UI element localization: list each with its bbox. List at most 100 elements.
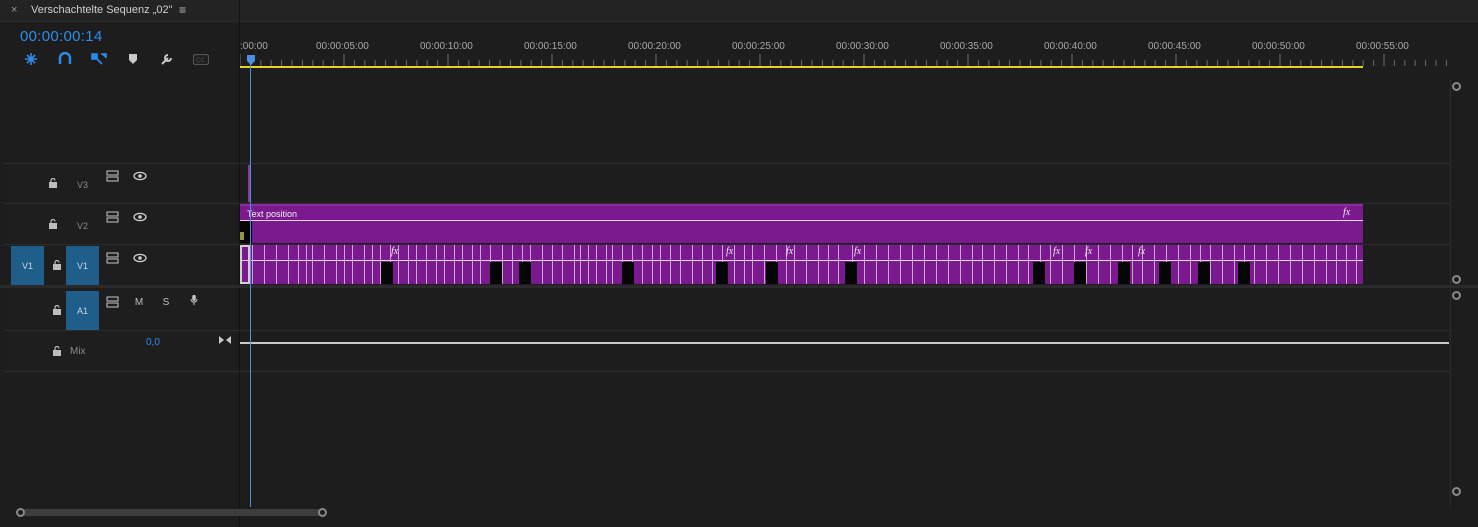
- scroll-v-audio-top-handle[interactable]: [1452, 291, 1461, 300]
- clip-gap-block[interactable]: [1118, 262, 1130, 284]
- clip-gap-block[interactable]: [1238, 262, 1250, 284]
- clip-gap-block[interactable]: [1159, 262, 1171, 284]
- snap-icon[interactable]: [55, 50, 75, 68]
- video-audio-divider[interactable]: [0, 285, 1478, 288]
- ruler-label: 00:00:10:00: [420, 41, 473, 52]
- mix-pan-icon[interactable]: [218, 334, 232, 346]
- clip-cut-line: [1190, 245, 1191, 284]
- track-target-v1[interactable]: V1: [66, 246, 99, 285]
- playhead-timecode[interactable]: 00:00:00:14: [20, 28, 103, 45]
- clip-gap-block[interactable]: [1033, 262, 1045, 284]
- fx-badge[interactable]: fx: [786, 246, 793, 257]
- clip-cut-line: [306, 245, 307, 284]
- scroll-v-bottom-handle[interactable]: [1452, 487, 1461, 496]
- clip-gap-block[interactable]: [1198, 262, 1210, 284]
- clip-cut-line: [472, 245, 473, 284]
- fx-badge[interactable]: fx: [1343, 207, 1350, 218]
- scroll-v-top-handle[interactable]: [1452, 82, 1461, 91]
- track-name-v3[interactable]: V3: [77, 180, 88, 190]
- hscroll-right-handle[interactable]: [318, 508, 327, 517]
- playhead-line[interactable]: [250, 64, 251, 507]
- sync-lock-a1-icon[interactable]: [106, 296, 120, 308]
- clip-cut-line: [1098, 245, 1099, 284]
- wrench-icon[interactable]: [157, 50, 177, 68]
- clip-gap-block[interactable]: [519, 262, 531, 284]
- mix-volume-line[interactable]: [240, 342, 1449, 344]
- clip-cut-line: [1050, 245, 1051, 284]
- lock-v3-icon[interactable]: [48, 178, 58, 188]
- track-target-a1[interactable]: A1: [66, 291, 99, 330]
- horizontal-zoom-scrollbar[interactable]: [16, 506, 1462, 518]
- clip-cut-line: [900, 245, 901, 284]
- playhead-handle-icon[interactable]: [247, 55, 255, 65]
- clip-cut-line: [876, 245, 877, 284]
- microphone-a1-icon[interactable]: [187, 294, 201, 306]
- v1-selected-clip[interactable]: [240, 245, 250, 284]
- clip-cut-line: [562, 245, 563, 284]
- clip-cut-line: [838, 245, 839, 284]
- clip-cut-line: [1346, 245, 1347, 284]
- time-ruler[interactable]: :00:00 00:00:05:00 00:00:10:00 00:00:15:00 0…: [240, 38, 1450, 68]
- clip-cut-line: [1178, 245, 1179, 284]
- eye-v3-icon[interactable]: [133, 170, 147, 182]
- fx-badge[interactable]: fx: [391, 246, 398, 257]
- clip-cut-line: [702, 245, 703, 284]
- linked-selection-icon[interactable]: [89, 50, 109, 68]
- clip-gap-block[interactable]: [490, 262, 502, 284]
- marker-icon[interactable]: [123, 50, 143, 68]
- v1-clip-lane[interactable]: fx fx fx fx fx fx fx: [240, 245, 1363, 284]
- work-area-bar[interactable]: [240, 66, 1363, 68]
- scroll-v-track: [1450, 80, 1451, 506]
- lock-mix-icon[interactable]: [52, 346, 62, 356]
- ruler-label: 00:00:45:00: [1148, 41, 1201, 52]
- hscroll-left-handle[interactable]: [16, 508, 25, 517]
- lock-v1-icon[interactable]: [52, 260, 62, 270]
- source-patch-v1[interactable]: V1: [11, 246, 44, 285]
- lock-a1-icon[interactable]: [52, 305, 62, 315]
- mix-volume-value[interactable]: 0,0: [146, 337, 160, 348]
- track-name-mix: Mix: [70, 346, 86, 357]
- track-row-a1: [4, 288, 1450, 331]
- scroll-v-video-end-handle[interactable]: [1452, 275, 1461, 284]
- clip-gap-block[interactable]: [622, 262, 634, 284]
- nest-icon[interactable]: [21, 50, 41, 68]
- fx-badge[interactable]: fx: [854, 246, 861, 257]
- clip-text-position[interactable]: Text position fx: [240, 204, 1363, 243]
- clip-cut-line: [888, 245, 889, 284]
- fx-badge[interactable]: fx: [726, 246, 733, 257]
- track-name-v2[interactable]: V2: [77, 221, 88, 231]
- clip-cut-line: [1028, 245, 1029, 284]
- clip-cut-line: [936, 245, 937, 284]
- fx-badge[interactable]: fx: [1085, 246, 1092, 257]
- clip-cut-line: [1314, 245, 1315, 284]
- clip-cut-line: [324, 245, 325, 284]
- hscroll-thumb[interactable]: [20, 509, 324, 516]
- eye-v2-icon[interactable]: [133, 211, 147, 223]
- clip-opacity-line[interactable]: [240, 220, 1363, 221]
- sync-lock-v2-icon[interactable]: [106, 211, 120, 223]
- clip-cut-line: [416, 245, 417, 284]
- ruler-label: :00:00: [240, 41, 268, 52]
- clip-gap-block[interactable]: [766, 262, 778, 284]
- sync-lock-v3-icon[interactable]: [106, 170, 120, 182]
- fx-badge[interactable]: fx: [1138, 246, 1145, 257]
- clip-cut-line: [1336, 245, 1337, 284]
- clip-cut-line: [1006, 245, 1007, 284]
- clip-gap-block[interactable]: [381, 262, 393, 284]
- captions-icon[interactable]: CC: [191, 50, 211, 68]
- clip-cut-line: [1266, 245, 1267, 284]
- clip-cut-line: [1062, 245, 1063, 284]
- clip-gap-block[interactable]: [845, 262, 857, 284]
- clip-cut-line: [502, 245, 503, 284]
- mute-a1-button[interactable]: M: [132, 296, 146, 308]
- clip-cut-line: [612, 245, 613, 284]
- solo-a1-button[interactable]: S: [159, 296, 173, 308]
- clip-gap-block[interactable]: [1074, 262, 1086, 284]
- eye-v1-icon[interactable]: [133, 252, 147, 264]
- lock-v2-icon[interactable]: [48, 219, 58, 229]
- fx-badge[interactable]: fx: [1053, 246, 1060, 257]
- clip-cut-line: [606, 245, 607, 284]
- clip-cut-line: [642, 245, 643, 284]
- clip-gap-block[interactable]: [716, 262, 728, 284]
- sync-lock-v1-icon[interactable]: [106, 252, 120, 264]
